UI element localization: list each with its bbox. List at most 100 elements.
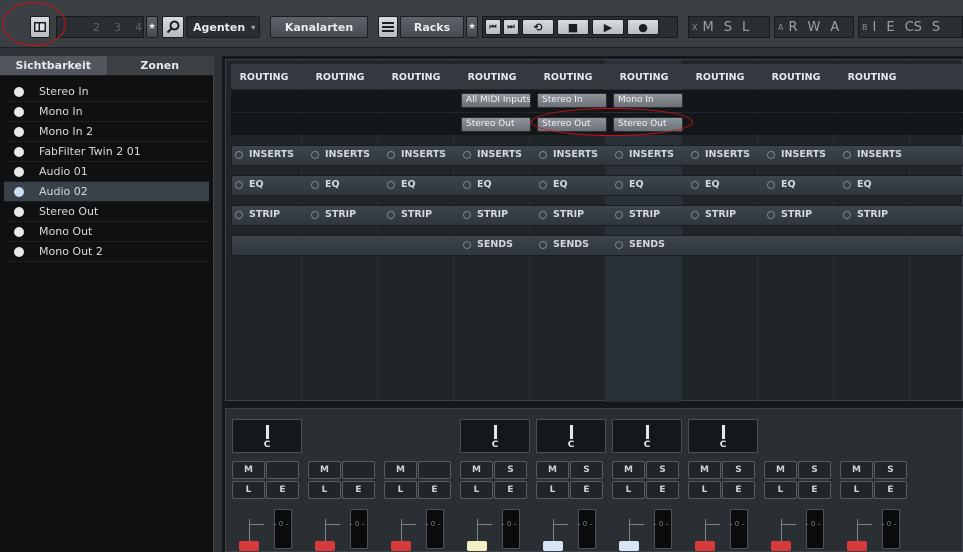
strip-rack[interactable]: STRIP bbox=[691, 205, 736, 224]
listen-button[interactable]: L bbox=[840, 481, 873, 499]
mute-button[interactable]: M bbox=[460, 461, 493, 479]
list-item[interactable]: Mono Out 2 bbox=[4, 242, 209, 262]
volume-fader[interactable] bbox=[847, 541, 867, 551]
input-routing-select[interactable]: All MIDI Inputs bbox=[461, 93, 531, 108]
routing-header[interactable]: ROUTING bbox=[530, 65, 606, 90]
solo-button[interactable]: S bbox=[570, 461, 603, 479]
stop-button[interactable]: ■ bbox=[557, 19, 589, 35]
inserts-rack[interactable]: INSERTS bbox=[539, 145, 598, 164]
mute-button[interactable]: M bbox=[308, 461, 341, 479]
list-item[interactable]: Mono In bbox=[4, 102, 209, 122]
solo-button[interactable] bbox=[342, 461, 375, 479]
sends-rack[interactable]: SENDS bbox=[539, 235, 589, 254]
listen-button[interactable]: L bbox=[612, 481, 645, 499]
pan-control[interactable]: C bbox=[612, 419, 682, 453]
strip-rack[interactable]: STRIP bbox=[767, 205, 812, 224]
list-item[interactable]: FabFilter Twin 2 01 bbox=[4, 142, 209, 162]
page-2-button[interactable]: 2 bbox=[86, 21, 107, 34]
sends-rack[interactable]: SENDS bbox=[463, 235, 513, 254]
racks-menu-button[interactable] bbox=[378, 16, 398, 38]
global-listen-button[interactable]: L bbox=[737, 20, 754, 35]
tab-zones[interactable]: Zonen bbox=[107, 56, 214, 75]
volume-fader[interactable] bbox=[771, 541, 791, 551]
strip-rack[interactable]: STRIP bbox=[387, 205, 432, 224]
automation-mode-button[interactable]: A bbox=[825, 20, 844, 35]
record-button[interactable]: ● bbox=[627, 19, 659, 35]
store-racks-button[interactable]: ★ bbox=[466, 16, 478, 38]
visibility-toggle-icon[interactable] bbox=[14, 126, 24, 137]
eq-rack[interactable]: EQ bbox=[539, 175, 568, 194]
input-routing-select[interactable]: Mono In bbox=[613, 93, 683, 108]
routing-header[interactable]: ROUTING bbox=[302, 65, 378, 90]
visibility-toggle-icon[interactable] bbox=[14, 206, 24, 217]
strip-rack[interactable]: STRIP bbox=[539, 205, 584, 224]
solo-button[interactable]: S bbox=[646, 461, 679, 479]
volume-fader[interactable] bbox=[467, 541, 487, 551]
list-item[interactable]: Audio 01 bbox=[4, 162, 209, 182]
inserts-rack[interactable]: INSERTS bbox=[387, 145, 446, 164]
solo-button[interactable]: S bbox=[874, 461, 907, 479]
global-mute-button[interactable]: M bbox=[697, 20, 718, 35]
volume-fader[interactable] bbox=[619, 541, 639, 551]
strip-rack[interactable]: STRIP bbox=[463, 205, 508, 224]
edit-button[interactable]: E bbox=[494, 481, 527, 499]
channel-types-button[interactable]: Kanalarten bbox=[270, 16, 368, 38]
go-to-end-button[interactable]: ⏭ bbox=[503, 19, 519, 35]
strip-rack[interactable]: STRIP bbox=[235, 205, 280, 224]
strip-rack[interactable]: STRIP bbox=[615, 205, 660, 224]
bypass-sends-button[interactable]: S bbox=[927, 20, 945, 35]
go-to-start-button[interactable]: ⏮ bbox=[485, 19, 501, 35]
routing-header[interactable]: ROUTING bbox=[454, 65, 530, 90]
play-button[interactable]: ▶ bbox=[592, 19, 624, 35]
volume-fader[interactable] bbox=[543, 541, 563, 551]
visibility-toggle-icon[interactable] bbox=[14, 186, 24, 197]
edit-button[interactable]: E bbox=[570, 481, 603, 499]
solo-button[interactable]: S bbox=[722, 461, 755, 479]
racks-button[interactable]: Racks bbox=[400, 16, 464, 38]
bypass-deactivate-button[interactable]: B bbox=[859, 23, 868, 32]
tab-visibility[interactable]: Sichtbarkeit bbox=[0, 56, 107, 75]
eq-rack[interactable]: EQ bbox=[463, 175, 492, 194]
listen-button[interactable]: L bbox=[688, 481, 721, 499]
volume-fader[interactable] bbox=[315, 541, 335, 551]
pan-control[interactable]: C bbox=[688, 419, 758, 453]
inserts-rack[interactable]: INSERTS bbox=[235, 145, 294, 164]
listen-button[interactable]: L bbox=[384, 481, 417, 499]
edit-button[interactable]: E bbox=[418, 481, 451, 499]
eq-rack[interactable]: EQ bbox=[387, 175, 416, 194]
listen-button[interactable]: L bbox=[536, 481, 569, 499]
solo-button[interactable]: S bbox=[494, 461, 527, 479]
visibility-toggle-icon[interactable] bbox=[14, 146, 24, 157]
strip-rack[interactable]: STRIP bbox=[843, 205, 888, 224]
solo-button[interactable] bbox=[266, 461, 299, 479]
inserts-rack[interactable]: INSERTS bbox=[767, 145, 826, 164]
edit-button[interactable]: E bbox=[722, 481, 755, 499]
inserts-rack[interactable]: INSERTS bbox=[463, 145, 522, 164]
list-item-selected[interactable]: Audio 02 bbox=[4, 182, 209, 202]
automation-deactivate-button[interactable]: A bbox=[775, 23, 783, 32]
edit-button[interactable]: E bbox=[266, 481, 299, 499]
visibility-toggle-icon[interactable] bbox=[14, 226, 24, 237]
listen-button[interactable]: L bbox=[460, 481, 493, 499]
bypass-inserts-button[interactable]: I bbox=[868, 20, 882, 35]
bypass-eq-button[interactable]: E bbox=[881, 20, 899, 35]
list-item[interactable]: Mono In 2 bbox=[4, 122, 209, 142]
list-item[interactable]: Mono Out bbox=[4, 222, 209, 242]
routing-header[interactable]: ROUTING bbox=[758, 65, 834, 90]
mute-button[interactable]: M bbox=[536, 461, 569, 479]
routing-header[interactable]: ROUTING bbox=[226, 65, 302, 90]
routing-header[interactable]: ROUTING bbox=[378, 65, 454, 90]
sends-rack[interactable]: SENDS bbox=[615, 235, 665, 254]
solo-button[interactable]: S bbox=[798, 461, 831, 479]
routing-header[interactable]: ROUTING bbox=[834, 65, 910, 90]
listen-button[interactable]: L bbox=[308, 481, 341, 499]
inserts-rack[interactable]: INSERTS bbox=[843, 145, 902, 164]
mute-button[interactable]: M bbox=[232, 461, 265, 479]
mute-button[interactable]: M bbox=[384, 461, 417, 479]
group-deactivate-button[interactable]: X bbox=[689, 23, 697, 32]
volume-fader[interactable] bbox=[239, 541, 259, 551]
agents-dropdown[interactable]: Agenten ▾ bbox=[186, 16, 260, 38]
visibility-toggle-icon[interactable] bbox=[14, 86, 24, 97]
eq-rack[interactable]: EQ bbox=[615, 175, 644, 194]
edit-button[interactable]: E bbox=[874, 481, 907, 499]
